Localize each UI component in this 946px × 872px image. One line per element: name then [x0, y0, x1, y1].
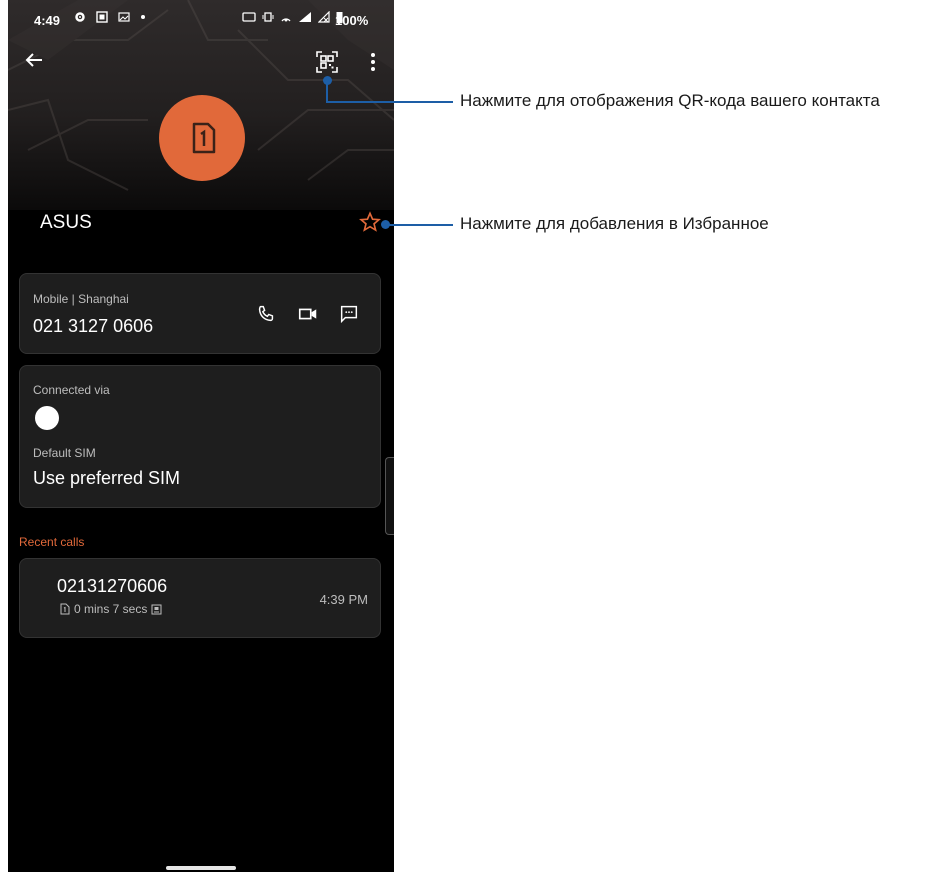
contact-header-background: 4:49 100%	[8, 0, 394, 210]
recent-call-item[interactable]: 02131270606 0 mins 7 secs 4:39 PM	[19, 558, 381, 638]
call-meta: 0 mins 7 secs	[59, 602, 162, 616]
qr-callout-text: Нажмите для отображения QR-кода вашего к…	[460, 91, 880, 110]
sim-card-1-icon	[192, 122, 216, 154]
recording-icon	[151, 604, 162, 614]
phone-number-card[interactable]: Mobile | Shanghai 021 3127 0606	[19, 273, 381, 354]
vibrate-icon	[262, 12, 274, 22]
screenshot-icon	[96, 11, 108, 23]
message-icon[interactable]	[338, 303, 360, 325]
scroll-handle[interactable]	[385, 457, 394, 535]
settings-icon	[75, 12, 85, 22]
qr-callout-line	[326, 101, 453, 103]
no-signal-icon	[318, 11, 330, 23]
status-bar: 4:49 100%	[8, 0, 394, 34]
connected-via-label: Connected via	[33, 383, 110, 397]
sim-settings-card[interactable]: Connected via Default SIM Use preferred …	[19, 365, 381, 508]
video-call-icon[interactable]	[297, 303, 319, 325]
call-icon[interactable]	[255, 303, 277, 325]
back-arrow-icon[interactable]	[22, 48, 46, 72]
sim-indicator	[35, 406, 59, 430]
favorite-callout-line	[388, 224, 453, 226]
gallery-icon	[118, 12, 130, 22]
nfc-icon	[242, 12, 256, 22]
default-sim-label: Default SIM	[33, 446, 96, 460]
recent-calls-header: Recent calls	[19, 535, 85, 549]
notification-dot-icon	[141, 15, 145, 19]
phone-type-label: Mobile | Shanghai	[33, 292, 129, 306]
call-duration: 0 mins 7 secs	[74, 602, 148, 616]
phone-number[interactable]: 021 3127 0606	[33, 316, 153, 337]
favorite-callout-text: Нажмите для добавления в Избранное	[460, 214, 769, 233]
call-time: 4:39 PM	[319, 592, 368, 607]
qr-callout-line-vertical	[326, 80, 328, 102]
battery-percent: 100%	[335, 13, 369, 28]
contact-avatar	[159, 95, 245, 181]
home-indicator[interactable]	[166, 866, 236, 870]
favorite-star-icon[interactable]	[359, 211, 381, 233]
qr-code-icon[interactable]	[315, 50, 339, 74]
call-number: 02131270606	[57, 576, 168, 596]
signal-icon	[299, 12, 311, 22]
sim-1-icon	[60, 603, 70, 615]
more-options-icon[interactable]	[363, 50, 383, 74]
default-sim-value[interactable]: Use preferred SIM	[33, 468, 180, 489]
hotspot-icon	[281, 18, 291, 22]
contact-name: ASUS	[40, 212, 92, 233]
phone-screen: 4:49 100% ASUS Mobile | Shanghai 021 312…	[8, 0, 394, 872]
status-time: 4:49	[34, 13, 61, 28]
